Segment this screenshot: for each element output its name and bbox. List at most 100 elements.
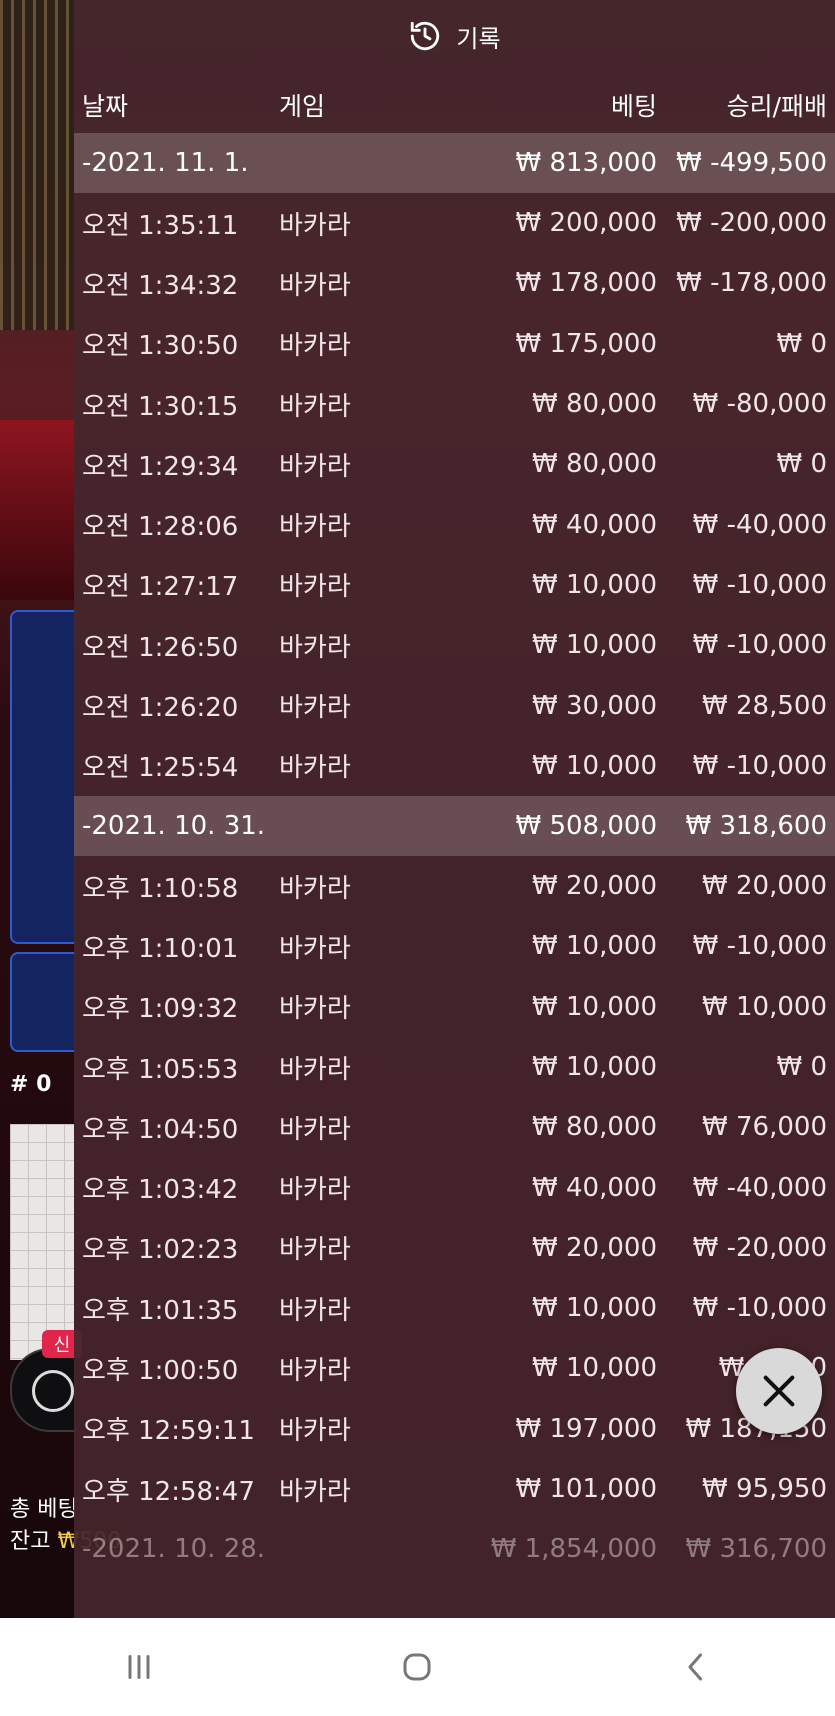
history-row[interactable]: 오전 1:29:34 바카라 ₩ 80,000 ₩ 0 <box>74 434 835 494</box>
group-bet-total: ₩ 813,000 <box>515 148 658 178</box>
row-game: 바카라 <box>279 1175 351 1206</box>
history-row[interactable]: 오전 1:26:50 바카라 ₩ 10,000 ₩ -10,000 <box>74 615 835 675</box>
row-time: 오후 1:09:32 <box>82 994 239 1025</box>
row-game: 바카라 <box>279 270 351 301</box>
group-date: -2021. 10. 28. <box>82 1534 266 1565</box>
history-row[interactable]: 오후 1:00:50바카라₩ 10,000₩ 9,500 <box>74 1338 835 1398</box>
history-row[interactable]: 오후 1:03:42 바카라 ₩ 40,000 ₩ -40,000 <box>74 1157 835 1217</box>
history-row[interactable]: 오후 12:59:11 바카라 ₩ 197,000 ₩ 187,150 <box>74 1399 835 1459</box>
home-icon <box>403 1653 431 1681</box>
row-time: 오전 1:35:11 <box>82 210 239 241</box>
row-game: 바카라 <box>279 1114 351 1145</box>
history-row[interactable]: 오전 1:27:17 바카라 ₩ 10,000 ₩ -10,000 <box>74 555 835 615</box>
side-bet-area[interactable] <box>10 952 76 1052</box>
row-bet: ₩ 10,000 <box>532 1052 657 1082</box>
date-group-row[interactable]: -2021. 10. 31. ₩ 508,000 ₩ 318,600 <box>74 795 835 856</box>
row-result: ₩ -80,000 <box>692 389 827 420</box>
row-time: 오전 1:26:50 <box>82 632 239 663</box>
group-result-total: ₩ 318,600 <box>685 810 828 841</box>
row-game: 바카라 <box>279 391 351 422</box>
history-row[interactable]: 오후 1:10:01 바카라 ₩ 10,000 ₩ -10,000 <box>74 916 835 976</box>
row-time: 오후 12:58:47 <box>82 1476 255 1507</box>
history-row[interactable]: 오전 1:28:06 바카라 ₩ 40,000 ₩ -40,000 <box>74 494 835 554</box>
row-time: 오전 1:29:34 <box>82 451 239 482</box>
history-row[interactable]: 오전 1:34:32 바카라 ₩ 178,000 ₩ -178,000 <box>74 253 835 313</box>
column-header-game: 게임 <box>279 92 326 121</box>
row-game: 바카라 <box>279 572 351 603</box>
history-row[interactable]: 오전 1:30:15 바카라 ₩ 80,000 ₩ -80,000 <box>74 374 835 434</box>
system-nav-bar <box>0 1618 835 1716</box>
row-bet: ₩ 20,000 <box>532 1232 657 1263</box>
row-time: 오후 1:02:23 <box>82 1235 239 1266</box>
roulette-wheel-image <box>0 0 74 330</box>
row-result: ₩ 10,000 <box>702 991 827 1022</box>
row-bet: ₩ 175,000 <box>515 328 658 359</box>
history-list[interactable]: -2021. 11. 1. ₩ 813,000 ₩ -499,500 오전 1:35:… <box>74 133 835 1579</box>
row-game: 바카라 <box>279 331 351 362</box>
history-row[interactable]: 오전 1:30:50 바카라 ₩ 175,000 ₩ 0 <box>74 314 835 374</box>
row-game: 바카라 <box>279 1295 351 1326</box>
date-group-row[interactable]: -2021. 10. 28. ₩ 1,854,000 ₩ 316,700 <box>74 1519 835 1579</box>
history-row[interactable]: 오후 1:05:53 바카라 ₩ 10,000 ₩ 0 <box>74 1037 835 1097</box>
row-time: 오전 1:25:54 <box>82 753 239 784</box>
date-group-row[interactable]: -2021. 11. 1. ₩ 813,000 ₩ -499,500 <box>74 133 835 193</box>
row-game: 바카라 <box>279 933 351 964</box>
row-result: ₩ -200,000 <box>676 208 827 239</box>
row-time: 오전 1:30:50 <box>82 331 239 362</box>
row-result: ₩ 28,500 <box>702 690 827 721</box>
history-row[interactable]: 오후 12:58:47 바카라 ₩ 101,000 ₩ 95,950 <box>74 1459 835 1519</box>
history-row[interactable]: 오전 1:25:54 바카라 ₩ 10,000 ₩ -10,000 <box>74 736 835 796</box>
history-row[interactable]: 오전 1:26:20 바카라 ₩ 30,000 ₩ 28,500 <box>74 675 835 735</box>
row-result: ₩ 0 <box>776 328 827 359</box>
row-bet: ₩ 10,000 <box>532 931 657 962</box>
history-panel: 기록 날짜 게임 베팅 승리/패배 -2021. 11. 1. ₩ 813,000… <box>74 0 835 1618</box>
row-bet: ₩ 80,000 <box>532 389 657 420</box>
chip-icon <box>32 1370 74 1412</box>
row-result: ₩ -20,000 <box>692 1232 827 1263</box>
back-button[interactable] <box>656 1637 736 1697</box>
row-result: ₩ -10,000 <box>692 750 827 781</box>
row-result: ₩ 20,000 <box>702 871 827 902</box>
history-row[interactable]: 오후 1:02:23 바카라 ₩ 20,000 ₩ -20,000 <box>74 1218 835 1278</box>
home-button[interactable] <box>377 1637 457 1697</box>
row-game: 바카라 <box>279 1054 351 1085</box>
row-game: 바카라 <box>279 873 351 904</box>
row-game: 바카라 <box>279 693 351 724</box>
row-game: 바카라 <box>279 1476 351 1507</box>
group-date: -2021. 11. 1. <box>82 148 249 178</box>
row-bet: ₩ 197,000 <box>515 1413 658 1444</box>
history-row[interactable]: 오후 1:10:58 바카라 ₩ 20,000 ₩ 20,000 <box>74 856 835 916</box>
history-icon <box>411 21 440 51</box>
chip-selector[interactable] <box>10 1348 76 1432</box>
row-result: ₩ -10,000 <box>692 931 827 962</box>
history-row[interactable]: 오후 1:09:32 바카라 ₩ 10,000 ₩ 10,000 <box>74 977 835 1037</box>
close-icon <box>763 1375 795 1407</box>
history-row[interactable]: 오후 1:04:50 바카라 ₩ 80,000 ₩ 76,000 <box>74 1097 835 1157</box>
player-bet-area[interactable] <box>10 610 76 944</box>
balance-label: 잔고 <box>10 1529 51 1554</box>
row-game: 바카라 <box>279 512 351 543</box>
row-bet: ₩ 40,000 <box>532 509 657 540</box>
row-time: 오후 12:59:11 <box>82 1416 255 1447</box>
row-result: ₩ 0 <box>776 1052 827 1082</box>
row-time: 오전 1:30:15 <box>82 391 239 422</box>
row-result: ₩ -10,000 <box>692 1293 827 1324</box>
group-date: -2021. 10. 31. <box>82 810 266 841</box>
row-bet: ₩ 10,000 <box>532 1353 657 1384</box>
row-time: 오후 1:10:01 <box>82 933 239 964</box>
row-result: ₩ -10,000 <box>692 569 827 600</box>
row-time: 오전 1:26:20 <box>82 693 239 724</box>
row-time: 오전 1:34:32 <box>82 270 239 301</box>
row-game: 바카라 <box>279 210 351 241</box>
close-button[interactable] <box>736 1348 822 1434</box>
recent-apps-button[interactable] <box>99 1637 179 1697</box>
group-bet-total: ₩ 1,854,000 <box>490 1534 657 1565</box>
history-row[interactable]: 오후 1:01:35 바카라 ₩ 10,000 ₩ -10,000 <box>74 1278 835 1338</box>
column-headers: 날짜 게임 베팅 승리/패배 <box>74 78 835 132</box>
column-header-result: 승리/패배 <box>726 92 827 121</box>
row-game: 바카라 <box>279 451 351 482</box>
row-bet: ₩ 10,000 <box>532 750 657 781</box>
history-row[interactable]: 오전 1:35:11 바카라 ₩ 200,000 ₩ -200,000 <box>74 193 835 253</box>
history-header: 기록 <box>74 0 835 72</box>
row-result: ₩ -40,000 <box>692 509 827 540</box>
